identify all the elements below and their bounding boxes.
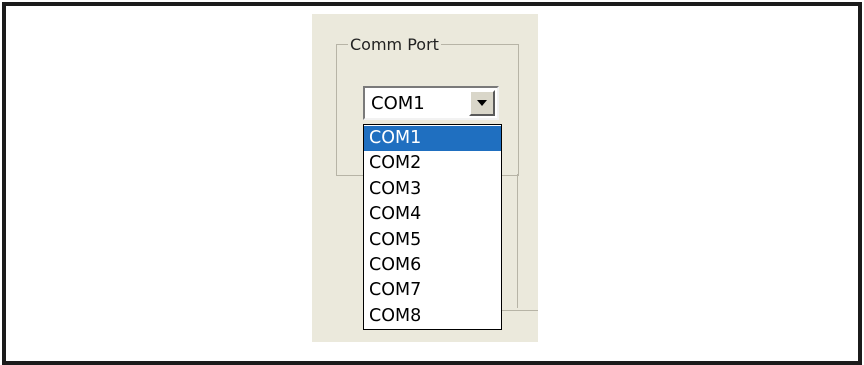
settings-panel: Comm Port COM1 COM1 COM2 COM3 COM4 COM5 … <box>312 14 538 342</box>
divider-line <box>517 174 518 308</box>
dropdown-option-com7[interactable]: COM7 <box>364 278 501 303</box>
dropdown-option-com8[interactable]: COM8 <box>364 304 501 329</box>
groupbox-title: Comm Port <box>348 35 441 55</box>
dropdown-option-com4[interactable]: COM4 <box>364 202 501 227</box>
dropdown-arrow-icon <box>477 100 487 106</box>
dropdown-option-com1[interactable]: COM1 <box>364 126 501 152</box>
dropdown-button[interactable] <box>469 90 495 116</box>
dropdown-option-com2[interactable]: COM2 <box>364 151 501 176</box>
dropdown-option-com6[interactable]: COM6 <box>364 253 501 278</box>
combobox-value: COM1 <box>371 93 425 114</box>
divider-line <box>500 310 538 311</box>
comm-port-combobox[interactable]: COM1 <box>363 86 499 120</box>
dropdown-option-com5[interactable]: COM5 <box>364 228 501 253</box>
comm-port-dropdown-list: COM1 COM2 COM3 COM4 COM5 COM6 COM7 COM8 <box>363 124 502 330</box>
dropdown-option-com3[interactable]: COM3 <box>364 177 501 202</box>
